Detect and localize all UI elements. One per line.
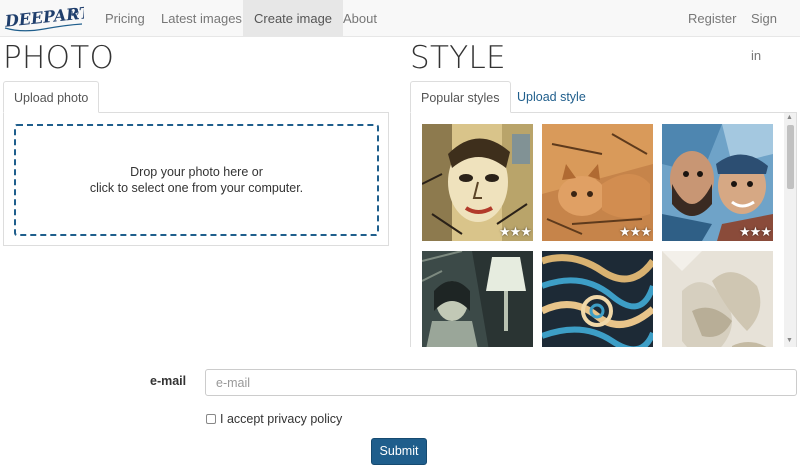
email-label: e-mail xyxy=(150,374,187,388)
dropzone-text-line1: Drop your photo here or xyxy=(130,165,263,179)
privacy-policy-label[interactable]: I accept privacy policy xyxy=(220,412,342,426)
scroll-down-arrow-icon[interactable]: ▼ xyxy=(786,337,793,344)
style-thumbnail-woman-lamp[interactable] xyxy=(422,251,533,347)
style-thumbnail-cat-painting[interactable]: ★★★ xyxy=(542,124,653,241)
rating-stars: ★★★ xyxy=(739,224,772,239)
tab-upload-style[interactable]: Upload style xyxy=(507,81,596,113)
style-thumbnail-abstract-cream[interactable] xyxy=(662,251,773,347)
deepart-logo[interactable]: DEEPART .io xyxy=(2,2,93,34)
scrollbar-thumb[interactable] xyxy=(787,125,794,189)
rating-stars: ★★★ xyxy=(619,224,652,239)
nav-register[interactable]: Register xyxy=(677,0,747,37)
tab-popular-styles[interactable]: Popular styles xyxy=(410,81,511,113)
nav-sign-in[interactable]: Sign in xyxy=(740,0,800,63)
nav-about[interactable]: About xyxy=(332,0,388,37)
nav-latest-images[interactable]: Latest images xyxy=(150,0,253,37)
style-thumbnail-portrait-sketch[interactable]: ★★★ xyxy=(422,124,533,241)
photo-heading: PHOTO xyxy=(3,40,115,76)
nav-pricing[interactable]: Pricing xyxy=(94,0,156,37)
privacy-checkbox[interactable] xyxy=(206,414,216,424)
dropzone-text-line2: click to select one from your computer. xyxy=(89,181,304,195)
style-heading: STYLE xyxy=(410,40,506,76)
gallery-scrollbar[interactable]: ▲ ▼ xyxy=(784,113,796,347)
submit-button[interactable]: Submit xyxy=(371,438,427,465)
style-thumbnail-swirl-pattern[interactable] xyxy=(542,251,653,347)
email-input[interactable] xyxy=(205,369,797,396)
photo-dropzone[interactable]: Drop your photo here or click to select … xyxy=(14,124,379,236)
style-gallery: ★★★ ★★★ ★★★ ▲ ▼ xyxy=(410,112,797,347)
photo-panel: Drop your photo here or click to select … xyxy=(3,112,389,246)
scroll-up-arrow-icon[interactable]: ▲ xyxy=(786,114,793,121)
navbar: DEEPART .io Pricing Latest images Create… xyxy=(0,0,800,63)
style-thumbnail-two-men-cubist[interactable]: ★★★ xyxy=(662,124,773,241)
nav-create-image[interactable]: Create image xyxy=(243,0,344,37)
tab-upload-photo[interactable]: Upload photo xyxy=(3,81,100,113)
rating-stars: ★★★ xyxy=(499,224,532,239)
